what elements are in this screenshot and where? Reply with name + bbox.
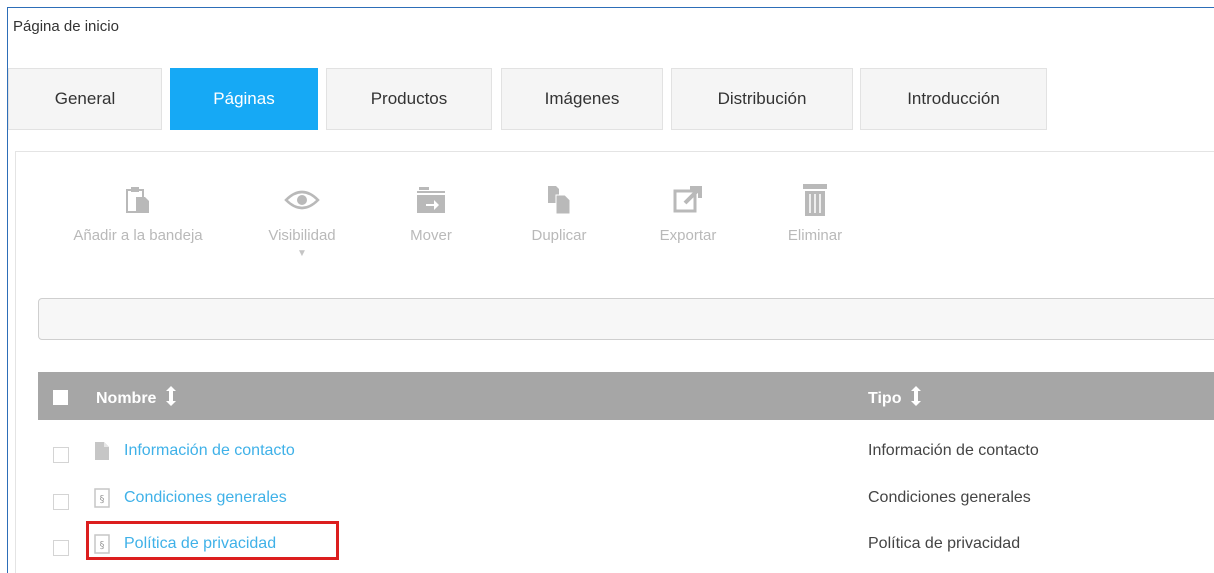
add-to-tray-label: Añadir a la bandeja <box>73 227 203 244</box>
tab-imagenes[interactable]: Imágenes <box>501 68 663 130</box>
table-row[interactable]: Información de contacto Información de c… <box>38 429 1214 475</box>
duplicate-label: Duplicar <box>531 227 587 244</box>
sort-icon <box>911 386 922 411</box>
tab-label: Productos <box>370 89 448 108</box>
page-title: Página de inicio <box>13 18 119 35</box>
export-icon <box>643 183 733 217</box>
tab-distribucion[interactable]: Distribución <box>671 68 853 130</box>
tab-introduccion[interactable]: Introducción <box>860 68 1047 130</box>
visibility-label: Visibilidad <box>268 227 336 244</box>
name-header-label: Nombre <box>96 389 157 407</box>
folder-move-icon <box>391 183 471 217</box>
page-type: Información de contacto <box>868 442 1039 459</box>
table-header: Nombre Tipo <box>38 372 1214 420</box>
svg-text:§: § <box>100 494 105 505</box>
tab-label: Imágenes <box>544 89 620 108</box>
add-to-tray-button[interactable]: Añadir a la bandeja <box>52 183 224 244</box>
trash-icon <box>770 183 860 217</box>
duplicate-icon <box>514 183 604 217</box>
page-type: Política de privacidad <box>868 535 1021 552</box>
tab-general[interactable]: General <box>8 68 162 130</box>
filter-input[interactable] <box>38 298 1214 340</box>
tab-productos[interactable]: Productos <box>326 68 492 130</box>
export-label: Exportar <box>659 227 717 244</box>
select-all-checkbox[interactable] <box>53 390 68 405</box>
page-name-link[interactable]: Condiciones generales <box>124 489 287 507</box>
table-row[interactable]: § Condiciones generales Condiciones gene… <box>38 476 1214 522</box>
highlight-annotation <box>86 521 339 560</box>
move-button[interactable]: Mover <box>391 183 471 244</box>
row-checkbox[interactable] <box>53 540 69 556</box>
delete-label: Eliminar <box>787 227 843 244</box>
row-checkbox[interactable] <box>53 494 69 510</box>
sort-icon <box>166 386 177 411</box>
chevron-down-icon: ▼ <box>297 248 307 259</box>
page-name-link[interactable]: Información de contacto <box>124 442 295 460</box>
type-header-label: Tipo <box>868 389 902 407</box>
duplicate-button[interactable]: Duplicar <box>514 183 604 244</box>
tab-label: Páginas <box>213 89 275 108</box>
section-document-icon: § <box>94 488 110 513</box>
row-checkbox[interactable] <box>53 447 69 463</box>
tab-label: Distribución <box>717 89 807 108</box>
tab-label: Introducción <box>907 89 1000 108</box>
tab-label: General <box>54 89 116 108</box>
document-icon <box>94 441 110 466</box>
delete-button[interactable]: Eliminar <box>770 183 860 244</box>
name-column-header[interactable]: Nombre <box>96 386 177 411</box>
eye-icon <box>252 183 352 217</box>
clipboard-icon <box>52 183 224 217</box>
type-column-header[interactable]: Tipo <box>868 386 922 411</box>
visibility-button[interactable]: Visibilidad ▼ <box>252 183 352 259</box>
move-label: Mover <box>410 227 452 244</box>
export-button[interactable]: Exportar <box>643 183 733 244</box>
tab-paginas[interactable]: Páginas <box>170 68 318 130</box>
page-type: Condiciones generales <box>868 489 1031 506</box>
